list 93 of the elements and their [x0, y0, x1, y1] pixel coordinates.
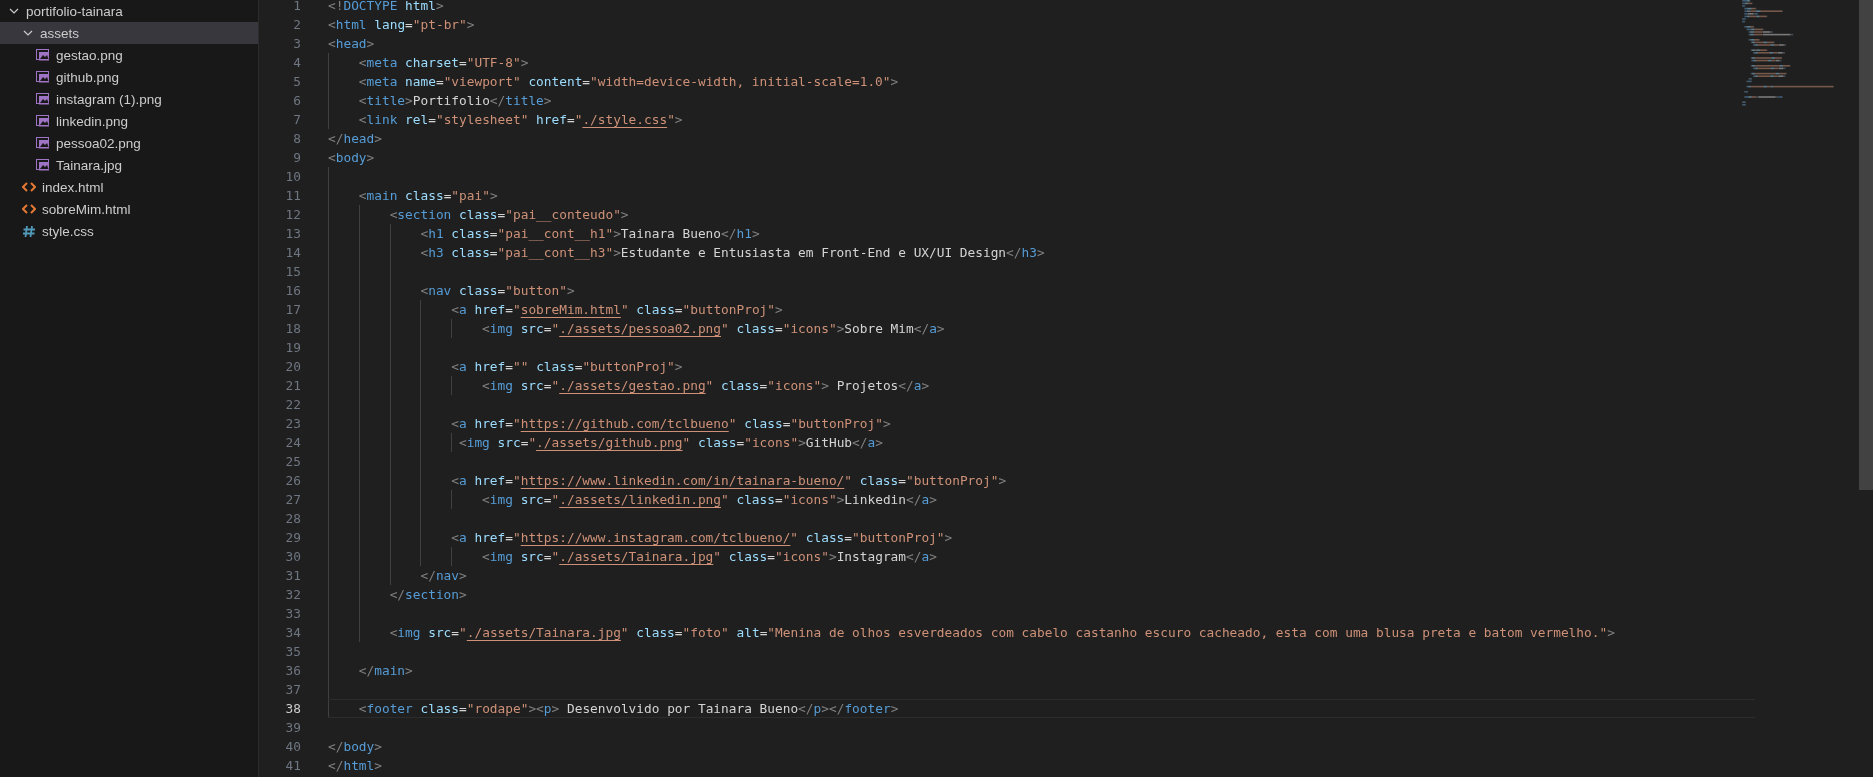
code-brackets-icon: [22, 203, 36, 215]
line-number: 39: [284, 719, 301, 737]
code-line: <img src="./assets/linkedin.png" class="icons">Linkedin</a>: [482, 491, 937, 509]
file-item[interactable]: instagram (1).png: [0, 88, 258, 110]
file-item[interactable]: pessoa02.png: [0, 132, 258, 154]
line-number: 5: [292, 73, 301, 91]
line-number: 6: [292, 92, 301, 110]
code-line: <a href="https://www.linkedin.com/in/tainara-bueno/" class="buttonProj">: [451, 472, 1007, 490]
code-line: <link rel="stylesheet" href="./style.css">: [358, 111, 683, 129]
code-line: <meta charset="UTF-8">: [358, 54, 529, 72]
code-line: <img src="./assets/pessoa02.png" class="icons">Sobre Mim</a>: [482, 320, 945, 338]
line-number: 34: [284, 624, 301, 642]
code-line: <img src="./assets/github.png" class="icons">GitHub</a>: [459, 434, 883, 452]
code-line: <meta name="viewport" content="width=device-width, initial-scale=1.0">: [358, 73, 899, 91]
code-line: </body>: [328, 738, 382, 756]
line-number: 25: [284, 453, 301, 471]
code-line: <a href="sobreMim.html" class="buttonProj">: [451, 301, 783, 319]
image-file-icon: [36, 115, 50, 127]
code-line: <h3 class="pai__cont__h3">Estudante e Entusiasta em Front-End e UX/UI Design</h3>: [420, 244, 1045, 262]
scrollbar-thumb[interactable]: [1859, 0, 1873, 490]
image-file-icon: [36, 71, 50, 83]
line-number: 4: [292, 54, 301, 72]
line-number: 17: [284, 301, 301, 319]
code-line: <img src="./assets/Tainara.jpg" class="icons">Instagram</a>: [482, 548, 937, 566]
line-number: 41: [284, 757, 301, 775]
line-number: 3: [292, 35, 301, 53]
line-number: 27: [284, 491, 301, 509]
code-line: <nav class="button">: [420, 282, 575, 300]
line-number: 1: [292, 0, 301, 15]
code-line: </head>: [328, 130, 382, 148]
code-brackets-icon: [22, 181, 36, 193]
line-number: 32: [284, 586, 301, 604]
file-item[interactable]: sobreMim.html: [0, 198, 258, 220]
line-number: 19: [284, 339, 301, 357]
hash-icon: [22, 224, 36, 238]
file-item[interactable]: index.html: [0, 176, 258, 198]
line-number: 33: [284, 605, 301, 623]
line-number: 38: [284, 700, 301, 718]
line-number: 40: [284, 738, 301, 756]
code-line: <head>: [328, 35, 375, 53]
code-line: <main class="pai">: [358, 187, 498, 205]
code-line: </section>: [389, 586, 467, 604]
image-file-icon: [36, 49, 50, 61]
line-number: 8: [292, 130, 301, 148]
code-line: </html>: [328, 757, 382, 775]
image-file-icon: [36, 137, 50, 149]
line-number: 20: [284, 358, 301, 376]
line-number: 24: [284, 434, 301, 452]
code-line: <body>: [328, 149, 375, 167]
line-number: 21: [284, 377, 301, 395]
code-line: <!DOCTYPE html>: [328, 0, 444, 15]
line-number: 12: [284, 206, 301, 224]
code-line: <h1 class="pai__cont__h1">Tainara Bueno</h1>: [420, 225, 760, 243]
file-item[interactable]: linkedin.png: [0, 110, 258, 132]
line-number: 28: [284, 510, 301, 528]
line-number: 37: [284, 681, 301, 699]
code-line: <section class="pai__conteudo">: [389, 206, 629, 224]
file-item[interactable]: gestao.png: [0, 44, 258, 66]
line-number: 35: [284, 643, 301, 661]
line-number: 26: [284, 472, 301, 490]
code-line: </nav>: [420, 567, 467, 585]
line-number: 29: [284, 529, 301, 547]
folder-item[interactable]: portifolio-tainara: [0, 0, 258, 22]
code-line: <footer class="rodape"><p> Desenvolvido por Tainara Bueno</p></footer>: [358, 700, 899, 717]
code-line: <a href="https://www.instagram.com/tclbueno/" class="buttonProj">: [451, 529, 953, 547]
code-line: <a href="https://github.com/tclbueno" class="buttonProj">: [451, 415, 891, 433]
line-number: 31: [284, 567, 301, 585]
image-file-icon: [36, 93, 50, 105]
line-number: 23: [284, 415, 301, 433]
line-number: 15: [284, 263, 301, 281]
code-line: <img src="./assets/gestao.png" class="icons"> Projetos</a>: [482, 377, 930, 395]
file-item[interactable]: github.png: [0, 66, 258, 88]
file-item[interactable]: Tainara.jpg: [0, 154, 258, 176]
code-line: <a href="" class="buttonProj">: [451, 358, 683, 376]
line-number: 11: [284, 187, 301, 205]
line-number: 13: [284, 225, 301, 243]
file-item[interactable]: style.css: [0, 220, 258, 242]
line-number: 10: [284, 168, 301, 186]
code-line: <title>Portifolio</title>: [358, 92, 552, 110]
line-number: 2: [292, 16, 301, 34]
line-number: 22: [284, 396, 301, 414]
line-number: 7: [292, 111, 301, 129]
line-number: 30: [284, 548, 301, 566]
line-number: 36: [284, 662, 301, 680]
image-file-icon: [36, 159, 50, 171]
line-number: 14: [284, 244, 301, 262]
code-line: </main>: [358, 662, 413, 680]
line-number: 18: [284, 320, 301, 338]
line-number: 16: [284, 282, 301, 300]
code-line: <img src="./assets/Tainara.jpg" class="foto" alt="Menina de olhos esverdeados com cabelo castanho escuro cacheado, esta com uma blusa preta e batom vermelho.">: [389, 624, 1615, 642]
folder-item[interactable]: assets: [0, 22, 258, 44]
code-line: <html lang="pt-br">: [328, 16, 475, 34]
line-number: 9: [292, 149, 301, 167]
